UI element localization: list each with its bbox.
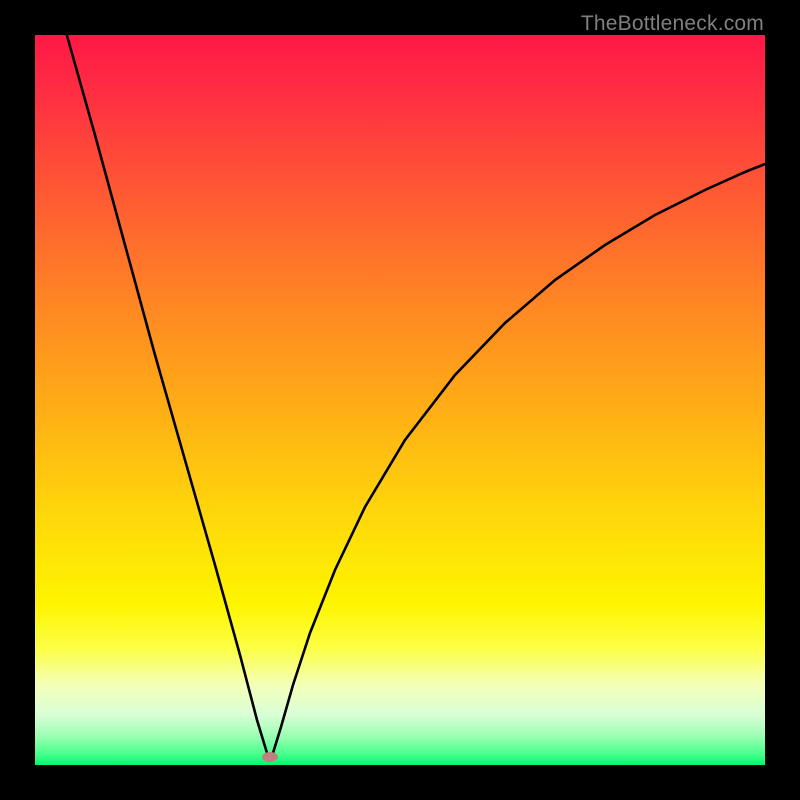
chart-frame: TheBottleneck.com bbox=[0, 0, 800, 800]
minimum-marker bbox=[262, 752, 278, 762]
bottleneck-curve bbox=[64, 35, 765, 759]
plot-area bbox=[35, 35, 765, 765]
watermark-text: TheBottleneck.com bbox=[581, 12, 764, 36]
curve-svg bbox=[35, 35, 765, 765]
